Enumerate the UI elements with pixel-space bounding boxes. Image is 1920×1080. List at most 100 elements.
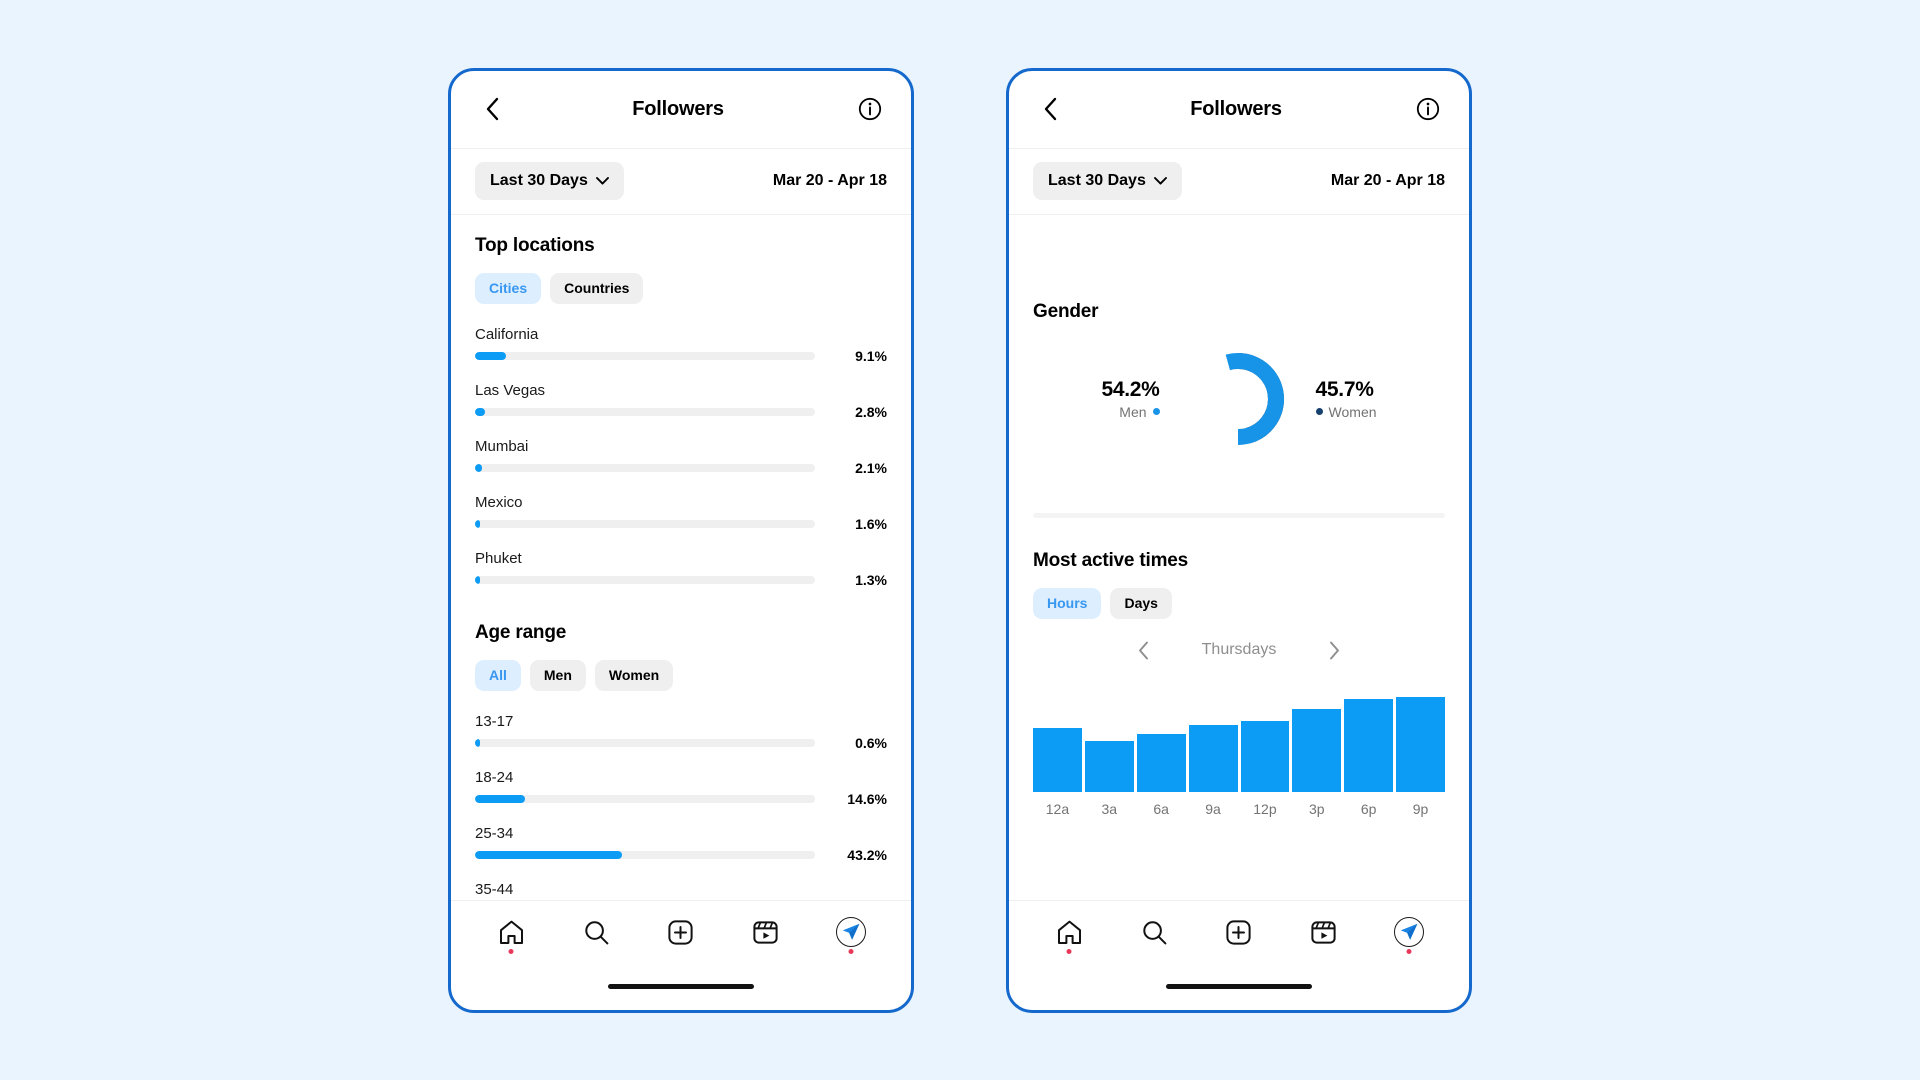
hours-bar-column — [1344, 686, 1394, 792]
tab-active-times-days[interactable]: Days — [1110, 587, 1172, 619]
hours-bar — [1188, 725, 1238, 792]
stat-row-label: 25-34 — [475, 825, 514, 843]
reels-icon — [1310, 919, 1337, 946]
reels-icon — [752, 919, 779, 946]
top-locations-list: California 9.1% Las Vegas 2.8% Mumbai 2.1% Mex… — [475, 326, 887, 588]
stat-row-bar-line: 2.8% — [475, 404, 887, 420]
hours-axis-labels: 12a 3a 6a 9a 12p 3p 6p 9p — [1033, 801, 1445, 817]
hours-axis-label: 6a — [1153, 800, 1169, 817]
home-indicator — [608, 984, 754, 989]
nav-home-button[interactable] — [488, 909, 534, 955]
stat-row-label: Mexico — [475, 493, 523, 511]
nav-home-button[interactable] — [1046, 909, 1092, 955]
stat-row-label: 35-44 — [475, 881, 514, 899]
hours-axis-label: 9p — [1412, 800, 1429, 817]
carousel-next-button[interactable] — [1329, 641, 1340, 660]
progress-bar-fill — [475, 575, 481, 584]
page-title: Followers — [1190, 97, 1282, 120]
plus-square-icon — [1225, 919, 1252, 946]
nav-plus-square-button[interactable] — [1216, 909, 1262, 955]
hours-axis-label: 3p — [1309, 800, 1325, 817]
info-button[interactable] — [1411, 92, 1445, 126]
hours-bar-column — [1084, 686, 1134, 792]
stat-row-bar-line: 1.6% — [475, 516, 887, 532]
home-indicator — [1166, 984, 1312, 989]
age-range-list: 13-17 0.6% 18-24 14.6% 25-34 43.2% 35-4423.9% — [475, 713, 887, 899]
hours-axis-label: 12p — [1253, 800, 1277, 817]
gender-men-label: Men — [1119, 403, 1147, 420]
tab-locations-cities[interactable]: Cities — [475, 272, 542, 304]
progress-bar-track — [475, 795, 815, 804]
stat-row-percent: 1.3% — [855, 571, 887, 588]
stat-row: Mexico 1.6% — [475, 494, 887, 532]
most-active-times-title: Most active times — [1033, 549, 1188, 571]
carousel-prev-button[interactable] — [1138, 641, 1149, 660]
date-range-label: Last 30 Days — [490, 172, 588, 189]
progress-bar-track — [475, 739, 815, 748]
hours-axis-label: 9a — [1205, 800, 1221, 817]
stat-row: 13-17 0.6% — [475, 713, 887, 751]
stat-row-label: Las Vegas — [475, 381, 546, 399]
home-indicator-area-left — [451, 964, 911, 1010]
search-icon — [583, 919, 610, 946]
home-indicator-area-right — [1009, 964, 1469, 1010]
gender-women-pct: 45.7% — [1315, 377, 1374, 401]
gender-men-color-dot — [1152, 408, 1160, 415]
date-range-selector[interactable]: Last 30 Days — [1033, 162, 1182, 200]
stat-row-bar-line: 1.3% — [475, 572, 887, 588]
stat-row: Las Vegas 2.8% — [475, 382, 887, 420]
nav-search-button[interactable] — [573, 909, 619, 955]
phone-right-content: Gender 54.2% Men 45.7% Women Most active… — [1009, 215, 1469, 900]
nav-profile-avatar-button[interactable] — [1386, 909, 1432, 955]
gender-title: Gender — [1033, 300, 1099, 322]
tab-age-all[interactable]: All — [475, 659, 521, 692]
progress-bar-fill — [475, 407, 485, 416]
gender-men-pct: 54.2% — [1101, 377, 1160, 401]
stat-row-percent: 1.6% — [855, 515, 887, 532]
date-range-selector[interactable]: Last 30 Days — [475, 162, 624, 200]
stat-row: 18-24 14.6% — [475, 769, 887, 807]
plus-square-icon — [667, 919, 694, 946]
notification-dot — [508, 949, 514, 954]
progress-bar-track — [475, 463, 815, 472]
tab-age-men[interactable]: Men — [529, 659, 586, 692]
hours-bar-column — [1188, 686, 1238, 792]
tab-locations-countries[interactable]: Countries — [550, 272, 644, 304]
stat-row-label: Mumbai — [475, 437, 529, 455]
progress-bar-fill — [475, 351, 506, 360]
top-locations-tabs: Cities Countries — [475, 272, 887, 304]
stat-row-label: 18-24 — [475, 769, 514, 787]
chevron-left-icon — [1044, 97, 1057, 121]
profile-avatar-icon — [835, 917, 866, 947]
date-range-row-right: Last 30 Days Mar 20 - Apr 18 — [1009, 149, 1469, 215]
nav-plus-square-button[interactable] — [658, 909, 704, 955]
screenshot-stage: Followers Last 30 Days Mar 20 - Apr 18 T… — [0, 0, 1920, 1080]
tab-active-times-hours[interactable]: Hours — [1033, 587, 1102, 619]
hours-bar — [1136, 733, 1186, 792]
stat-row-label: California — [475, 325, 539, 343]
age-range-tabs: All Men Women — [475, 659, 887, 692]
tab-age-women[interactable]: Women — [594, 659, 674, 692]
top-locations-title: Top locations — [475, 234, 595, 256]
home-icon — [1056, 919, 1083, 946]
stat-row: 25-34 43.2% — [475, 825, 887, 863]
gender-women-label: Women — [1328, 403, 1377, 420]
nav-profile-avatar-button[interactable] — [828, 909, 874, 955]
hours-bar-column — [1136, 686, 1186, 792]
hours-bar — [1084, 741, 1134, 792]
search-icon — [1141, 919, 1168, 946]
app-header-right: Followers — [1009, 71, 1469, 149]
chevron-down-icon — [595, 177, 609, 185]
stat-row-percent: 9.1% — [855, 347, 887, 364]
stat-row-bar-line: 14.6% — [475, 791, 887, 807]
hours-axis-label: 3a — [1101, 800, 1118, 817]
progress-bar-fill — [475, 851, 622, 860]
notification-dot — [1406, 949, 1412, 954]
date-range-label: Last 30 Days — [1048, 172, 1146, 189]
nav-search-button[interactable] — [1131, 909, 1177, 955]
info-button[interactable] — [853, 92, 887, 126]
nav-reels-button[interactable] — [743, 909, 789, 955]
hours-bar — [1396, 696, 1445, 792]
stat-row-percent: 2.1% — [855, 459, 887, 476]
nav-reels-button[interactable] — [1301, 909, 1347, 955]
